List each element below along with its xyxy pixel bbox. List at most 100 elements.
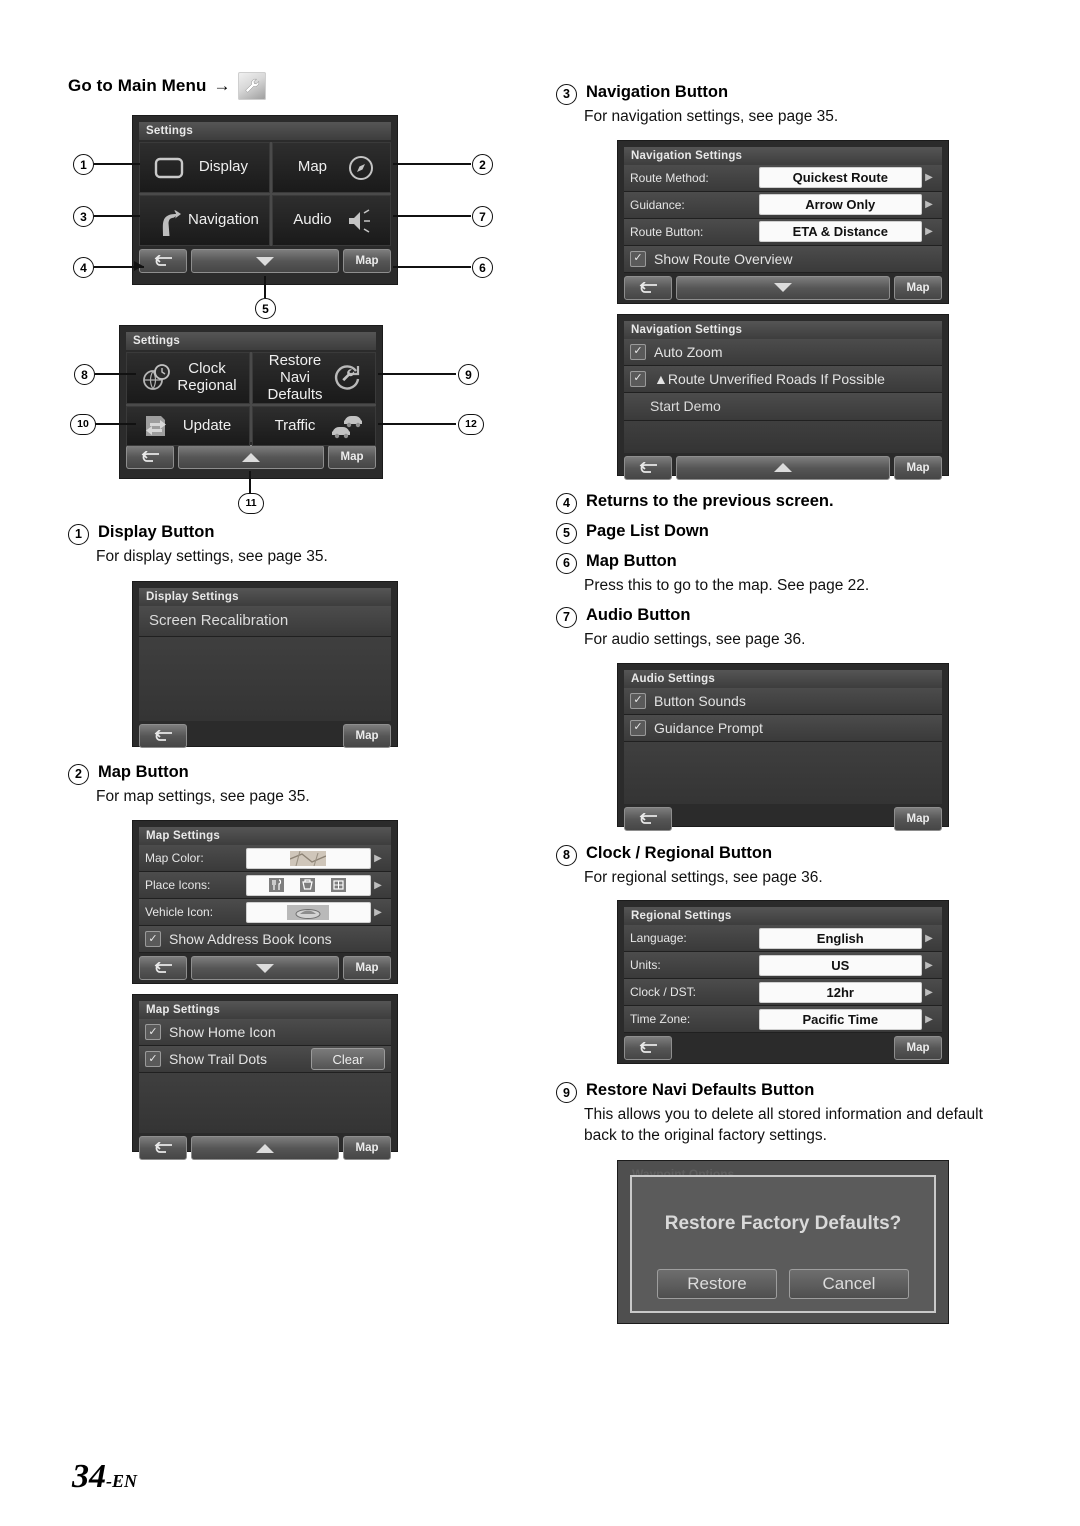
row-vehicle-icon[interactable]: Vehicle Icon: ▶ [139,899,391,927]
row-label: Screen Recalibration [149,612,289,630]
map-button[interactable]: Map [894,806,942,831]
row-value[interactable]: Quickest Route [758,167,922,189]
chevron-right-icon[interactable]: ▶ [922,172,936,183]
chevron-right-icon[interactable]: ▶ [922,1014,936,1025]
checkbox-checked-icon[interactable]: ✓ [145,931,161,948]
map-button[interactable]: Map [343,723,391,748]
tile-update[interactable]: Update [126,406,250,447]
row-button-sounds[interactable]: ✓ Button Sounds [624,687,942,715]
map-button[interactable]: Map [343,1136,391,1161]
tile-clock-regional[interactable]: Clock Regional [126,352,250,405]
cancel-button[interactable]: Cancel [789,1268,909,1299]
row-guidance[interactable]: Guidance: Arrow Only ▶ [624,191,942,219]
row-value[interactable]: Arrow Only [758,194,922,216]
row-label: Auto Zoom [654,343,723,360]
vehicle-icon[interactable] [245,901,371,923]
row-time-zone[interactable]: Time Zone: Pacific Time ▶ [624,1006,942,1034]
row-screen-recalibration[interactable]: Screen Recalibration [139,605,391,637]
checkbox-checked-icon[interactable]: ✓ [145,1024,161,1041]
chevron-right-icon[interactable]: ▶ [922,226,936,237]
row-value[interactable]: 12hr [758,981,922,1003]
tile-display[interactable]: Display [139,142,270,193]
row-value[interactable]: English [758,927,922,949]
chevron-right-icon[interactable]: ▶ [922,933,936,944]
tile-audio[interactable]: Audio [271,195,391,246]
checkbox-checked-icon[interactable]: ✓ [630,250,646,267]
item-number: 6 [556,552,577,574]
back-arrow-icon[interactable] [139,1136,187,1161]
item-title: Map Button [586,551,677,570]
page-down-arrow-icon[interactable] [676,275,890,300]
chevron-right-icon[interactable]: ▶ [371,907,385,918]
checkbox-checked-icon[interactable]: ✓ [630,692,646,709]
tile-traffic[interactable]: Traffic [252,406,376,447]
row-guidance-prompt[interactable]: ✓ Guidance Prompt [624,714,942,742]
map-button[interactable]: Map [894,1036,942,1061]
checkbox-checked-icon[interactable]: ✓ [630,370,646,387]
row-route-unverified-roads[interactable]: ✓ ▲Route Unverified Roads If Possible [624,365,942,393]
row-route-button[interactable]: Route Button: ETA & Distance ▶ [624,218,942,246]
checkbox-checked-icon[interactable]: ✓ [630,343,646,360]
back-arrow-icon[interactable] [126,445,174,469]
section-map-button-6: 6 Map Button Press this to go to the map… [556,551,1008,597]
row-value[interactable]: Pacific Time [758,1008,922,1030]
audio-settings-screen: Audio Settings ✓ Button Sounds ✓ Guidanc… [618,663,948,831]
tile-map[interactable]: Map [271,142,391,193]
back-arrow-icon[interactable] [139,956,187,981]
row-value[interactable]: ETA & Distance [758,221,922,243]
screen-toolbar: Map [126,445,376,469]
row-show-home-icon[interactable]: ✓ Show Home Icon [139,1019,391,1047]
chevron-right-icon[interactable]: ▶ [371,853,385,864]
row-map-color[interactable]: Map Color: ▶ [139,845,391,873]
row-label: Time Zone: [630,1012,691,1027]
chevron-right-icon[interactable]: ▶ [922,199,936,210]
map-thumbnail-icon[interactable] [245,847,371,869]
row-show-address-book-icons[interactable]: ✓ Show Address Book Icons [139,926,391,954]
tile-restore-navi-defaults[interactable]: Restore Navi Defaults [252,352,376,405]
chevron-right-icon[interactable]: ▶ [922,960,936,971]
lodging-icon [330,878,348,893]
tile-traffic-label: Traffic [274,416,316,434]
place-icons-swatch[interactable] [245,874,371,896]
map-button[interactable]: Map [894,455,942,480]
row-clock-dst[interactable]: Clock / DST: 12hr ▶ [624,979,942,1007]
map-button[interactable]: Map [343,956,391,981]
page-down-arrow-icon[interactable] [191,956,339,981]
screen-title: Audio Settings [624,669,942,688]
page-up-arrow-icon[interactable] [191,1136,339,1161]
back-arrow-icon[interactable] [624,455,672,480]
restore-button[interactable]: Restore [657,1268,777,1299]
row-auto-zoom[interactable]: ✓ Auto Zoom [624,338,942,366]
row-place-icons[interactable]: Place Icons: ▶ [139,872,391,900]
map-button[interactable]: Map [343,249,391,273]
row-route-method[interactable]: Route Method: Quickest Route ▶ [624,164,942,192]
map-button[interactable]: Map [328,445,376,469]
page-number: 34 [72,1458,106,1495]
row-value[interactable]: US [758,954,922,976]
page-down-arrow-icon[interactable] [191,249,339,273]
checkbox-checked-icon[interactable]: ✓ [630,719,646,736]
row-start-demo[interactable]: Start Demo [624,392,942,421]
map-button[interactable]: Map [894,275,942,300]
compass-icon [342,149,380,187]
row-show-trail-dots[interactable]: ✓ Show Trail Dots Clear [139,1046,391,1074]
row-label: Route Method: [630,170,709,185]
back-arrow-icon[interactable] [139,723,187,748]
back-arrow-icon[interactable] [624,275,672,300]
row-show-route-overview[interactable]: ✓ Show Route Overview [624,245,942,273]
back-arrow-icon[interactable] [624,806,672,831]
speaker-icon [342,202,380,240]
page-up-arrow-icon[interactable] [676,455,890,480]
empty-area [624,420,942,453]
back-arrow-icon[interactable] [624,1036,672,1061]
page-up-arrow-icon[interactable] [178,445,324,469]
back-arrow-icon[interactable] [139,249,187,273]
tile-navigation[interactable]: Navigation [139,195,270,246]
chevron-right-icon[interactable]: ▶ [371,880,385,891]
clear-button[interactable]: Clear [311,1048,385,1071]
checkbox-checked-icon[interactable]: ✓ [145,1051,161,1068]
item-number: 1 [68,524,89,545]
row-language[interactable]: Language: English ▶ [624,925,942,953]
chevron-right-icon[interactable]: ▶ [922,987,936,998]
row-units[interactable]: Units: US ▶ [624,952,942,980]
